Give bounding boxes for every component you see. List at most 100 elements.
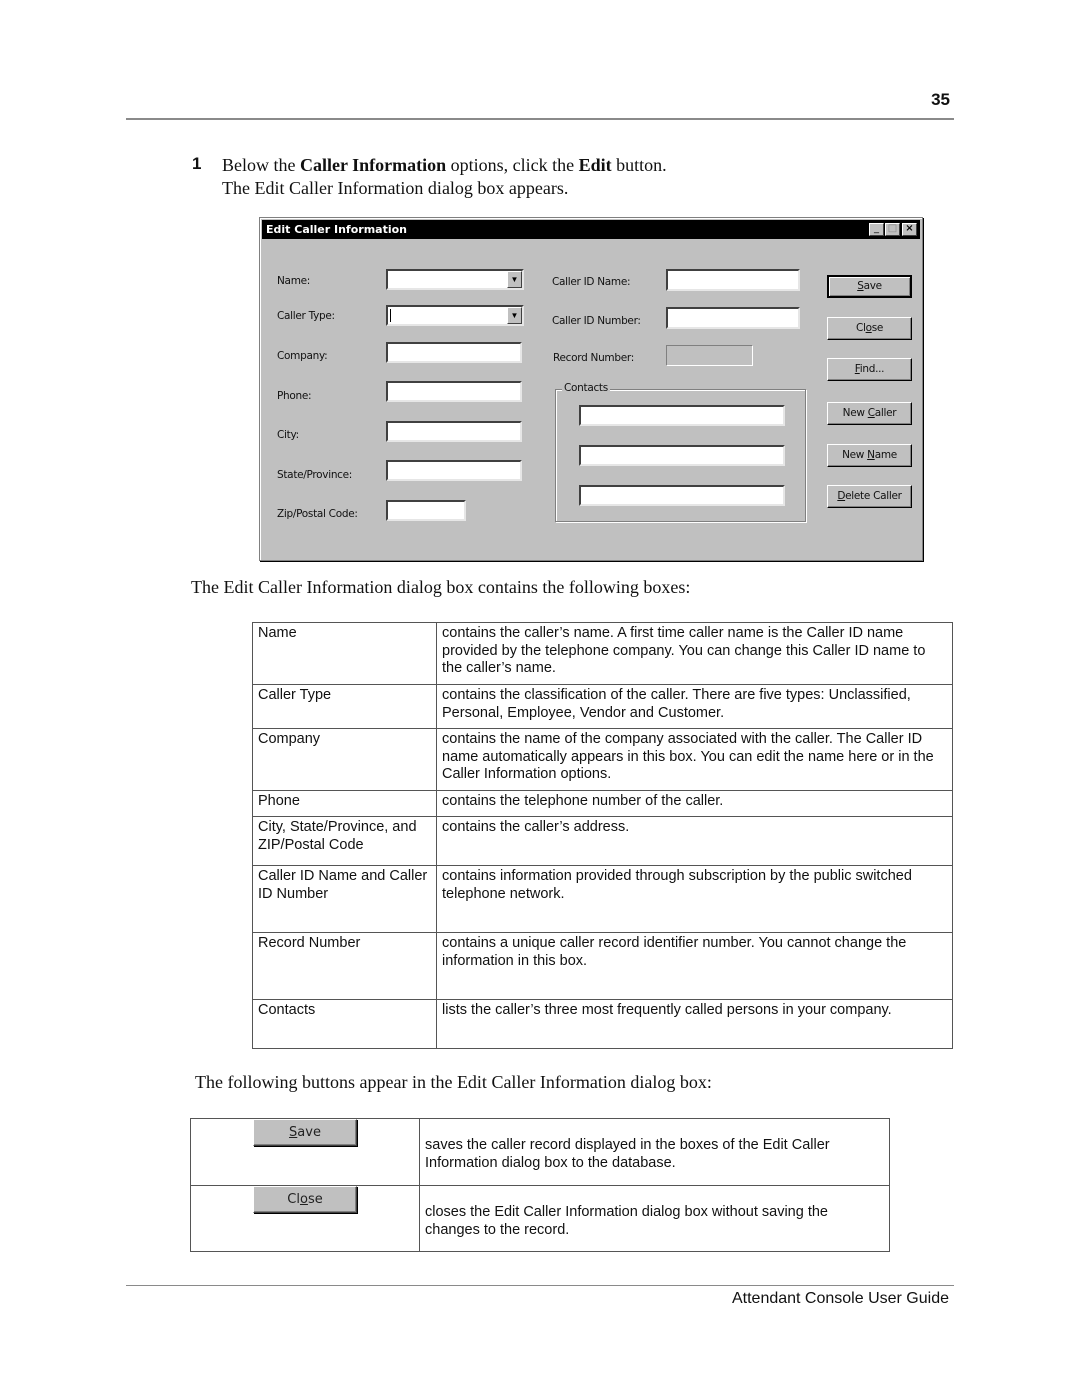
field-description-cell: contains the caller’s name. A first time… (436, 622, 953, 685)
phone-input[interactable] (386, 381, 522, 402)
buttons-table: Save saves the caller record displayed i… (190, 1118, 890, 1252)
button-text: se (871, 322, 884, 334)
button-text: New (842, 407, 868, 419)
button-text: ind... (859, 363, 885, 375)
page-number: 35 (931, 90, 950, 109)
field-name-cell: Caller ID Name and Caller ID Number (252, 865, 437, 933)
button-text: se (307, 1192, 323, 1207)
close-icon[interactable]: × (902, 223, 917, 236)
chevron-down-icon[interactable]: ▼ (507, 271, 522, 288)
contacts-groupbox-title: Contacts (562, 382, 610, 394)
button-description-cell: closes the Edit Caller Information dialo… (419, 1185, 890, 1252)
button-description-cell: saves the caller record displayed in the… (419, 1118, 890, 1186)
field-name-cell: Record Number (252, 932, 437, 1000)
company-label: Company: (277, 350, 328, 362)
table-row: Record Number contains a unique caller r… (252, 932, 953, 1000)
field-description-cell: contains the telephone number of the cal… (436, 790, 953, 817)
caller-id-number-label: Caller ID Number: (552, 315, 641, 327)
dialog-title: Edit Caller Information (266, 223, 407, 236)
close-button[interactable]: Close (827, 317, 912, 340)
step-text: Below the (222, 155, 300, 175)
city-label: City: (277, 429, 299, 441)
button-text: Cl (287, 1192, 300, 1207)
field-name-cell: City, State/Province, and ZIP/Postal Cod… (252, 816, 437, 866)
button-text: ave (297, 1125, 321, 1140)
button-text: ame (874, 449, 898, 461)
field-name-cell: Phone (252, 790, 437, 817)
city-input[interactable] (386, 421, 522, 442)
field-name-cell: Company (252, 728, 437, 791)
table-row: Name contains the caller’s name. A first… (252, 622, 953, 685)
delete-caller-button[interactable]: Delete Caller (827, 485, 912, 508)
state-province-label: State/Province: (277, 469, 353, 481)
close-button-image: Close (253, 1186, 357, 1213)
field-name-cell: Caller Type (252, 684, 437, 729)
boxes-intro-text: The Edit Caller Information dialog box c… (191, 577, 691, 597)
contact-1-input[interactable] (579, 405, 785, 426)
step-result: The Edit Caller Information dialog box a… (222, 178, 569, 198)
field-description-cell: contains a unique caller record identifi… (436, 932, 953, 1000)
buttons-intro-text: The following buttons appear in the Edit… (195, 1072, 712, 1092)
dialog-titlebar: Edit Caller Information _ □ × (262, 220, 920, 239)
caller-id-name-input[interactable] (666, 269, 800, 291)
access-key: N (867, 449, 875, 461)
button-text: Cl (855, 322, 866, 334)
save-button-image: Save (253, 1119, 357, 1146)
button-image-cell: Save (190, 1118, 420, 1186)
footer-rule (126, 1285, 954, 1286)
table-row: Phone contains the telephone number of t… (252, 790, 953, 817)
edit-caller-information-dialog: Edit Caller Information _ □ × Name: Call… (259, 217, 923, 561)
caller-id-name-label: Caller ID Name: (552, 276, 631, 288)
minimize-icon[interactable]: _ (869, 223, 884, 236)
company-input[interactable] (386, 342, 522, 363)
field-description-cell: lists the caller’s three most frequently… (436, 999, 953, 1049)
state-province-input[interactable] (386, 460, 522, 481)
table-row: Close closes the Edit Caller Information… (190, 1185, 890, 1252)
step-instruction: Below the Caller Information options, cl… (222, 154, 667, 177)
maximize-icon: □ (885, 223, 900, 236)
button-text: ave (863, 280, 883, 292)
field-description-cell: contains information provided through su… (436, 865, 953, 933)
text-caret (390, 309, 391, 322)
contact-3-input[interactable] (579, 485, 785, 506)
zip-postal-code-input[interactable] (386, 500, 466, 521)
step-emphasis-edit: Edit (578, 155, 612, 175)
field-description-cell: contains the classification of the calle… (436, 684, 953, 729)
caller-id-number-input[interactable] (666, 307, 800, 329)
name-combobox[interactable]: ▼ (386, 269, 524, 290)
step-text: options, click the (446, 155, 579, 175)
table-row: Company contains the name of the company… (252, 728, 953, 791)
contact-2-input[interactable] (579, 445, 785, 466)
boxes-table: Name contains the caller’s name. A first… (252, 622, 953, 1049)
field-name-cell: Contacts (252, 999, 437, 1049)
name-label: Name: (277, 275, 311, 287)
new-caller-button[interactable]: New Caller (827, 402, 912, 425)
record-number-label: Record Number: (553, 352, 634, 364)
record-number-field (666, 345, 753, 366)
button-text: New (842, 449, 868, 461)
new-name-button[interactable]: New Name (827, 444, 912, 467)
table-row: Save saves the caller record displayed i… (190, 1118, 890, 1186)
caller-type-label: Caller Type: (277, 310, 335, 322)
table-row: Contacts lists the caller’s three most f… (252, 999, 953, 1049)
field-description-cell: contains the caller’s address. (436, 816, 953, 866)
chevron-down-icon[interactable]: ▼ (507, 307, 522, 324)
table-row: Caller ID Name and Caller ID Number cont… (252, 865, 953, 933)
find-button[interactable]: Find... (827, 358, 912, 381)
caller-type-combobox[interactable]: ▼ (386, 305, 524, 326)
header-rule (126, 118, 954, 120)
footer-title: Attendant Console User Guide (731, 1290, 949, 1307)
step-emphasis-caller-information: Caller Information (300, 155, 447, 175)
button-image-cell: Close (190, 1185, 420, 1252)
access-key: D (837, 490, 846, 502)
field-description-cell: contains the name of the company associa… (436, 728, 953, 791)
save-button[interactable]: Save (827, 275, 912, 298)
button-text: elete Caller (845, 490, 902, 502)
table-row: Caller Type contains the classification … (252, 684, 953, 729)
phone-label: Phone: (277, 390, 312, 402)
button-text: aller (874, 407, 897, 419)
access-key: o (299, 1192, 308, 1207)
access-key: C (867, 407, 875, 419)
contacts-groupbox: Contacts (555, 382, 806, 522)
field-name-cell: Name (252, 622, 437, 685)
